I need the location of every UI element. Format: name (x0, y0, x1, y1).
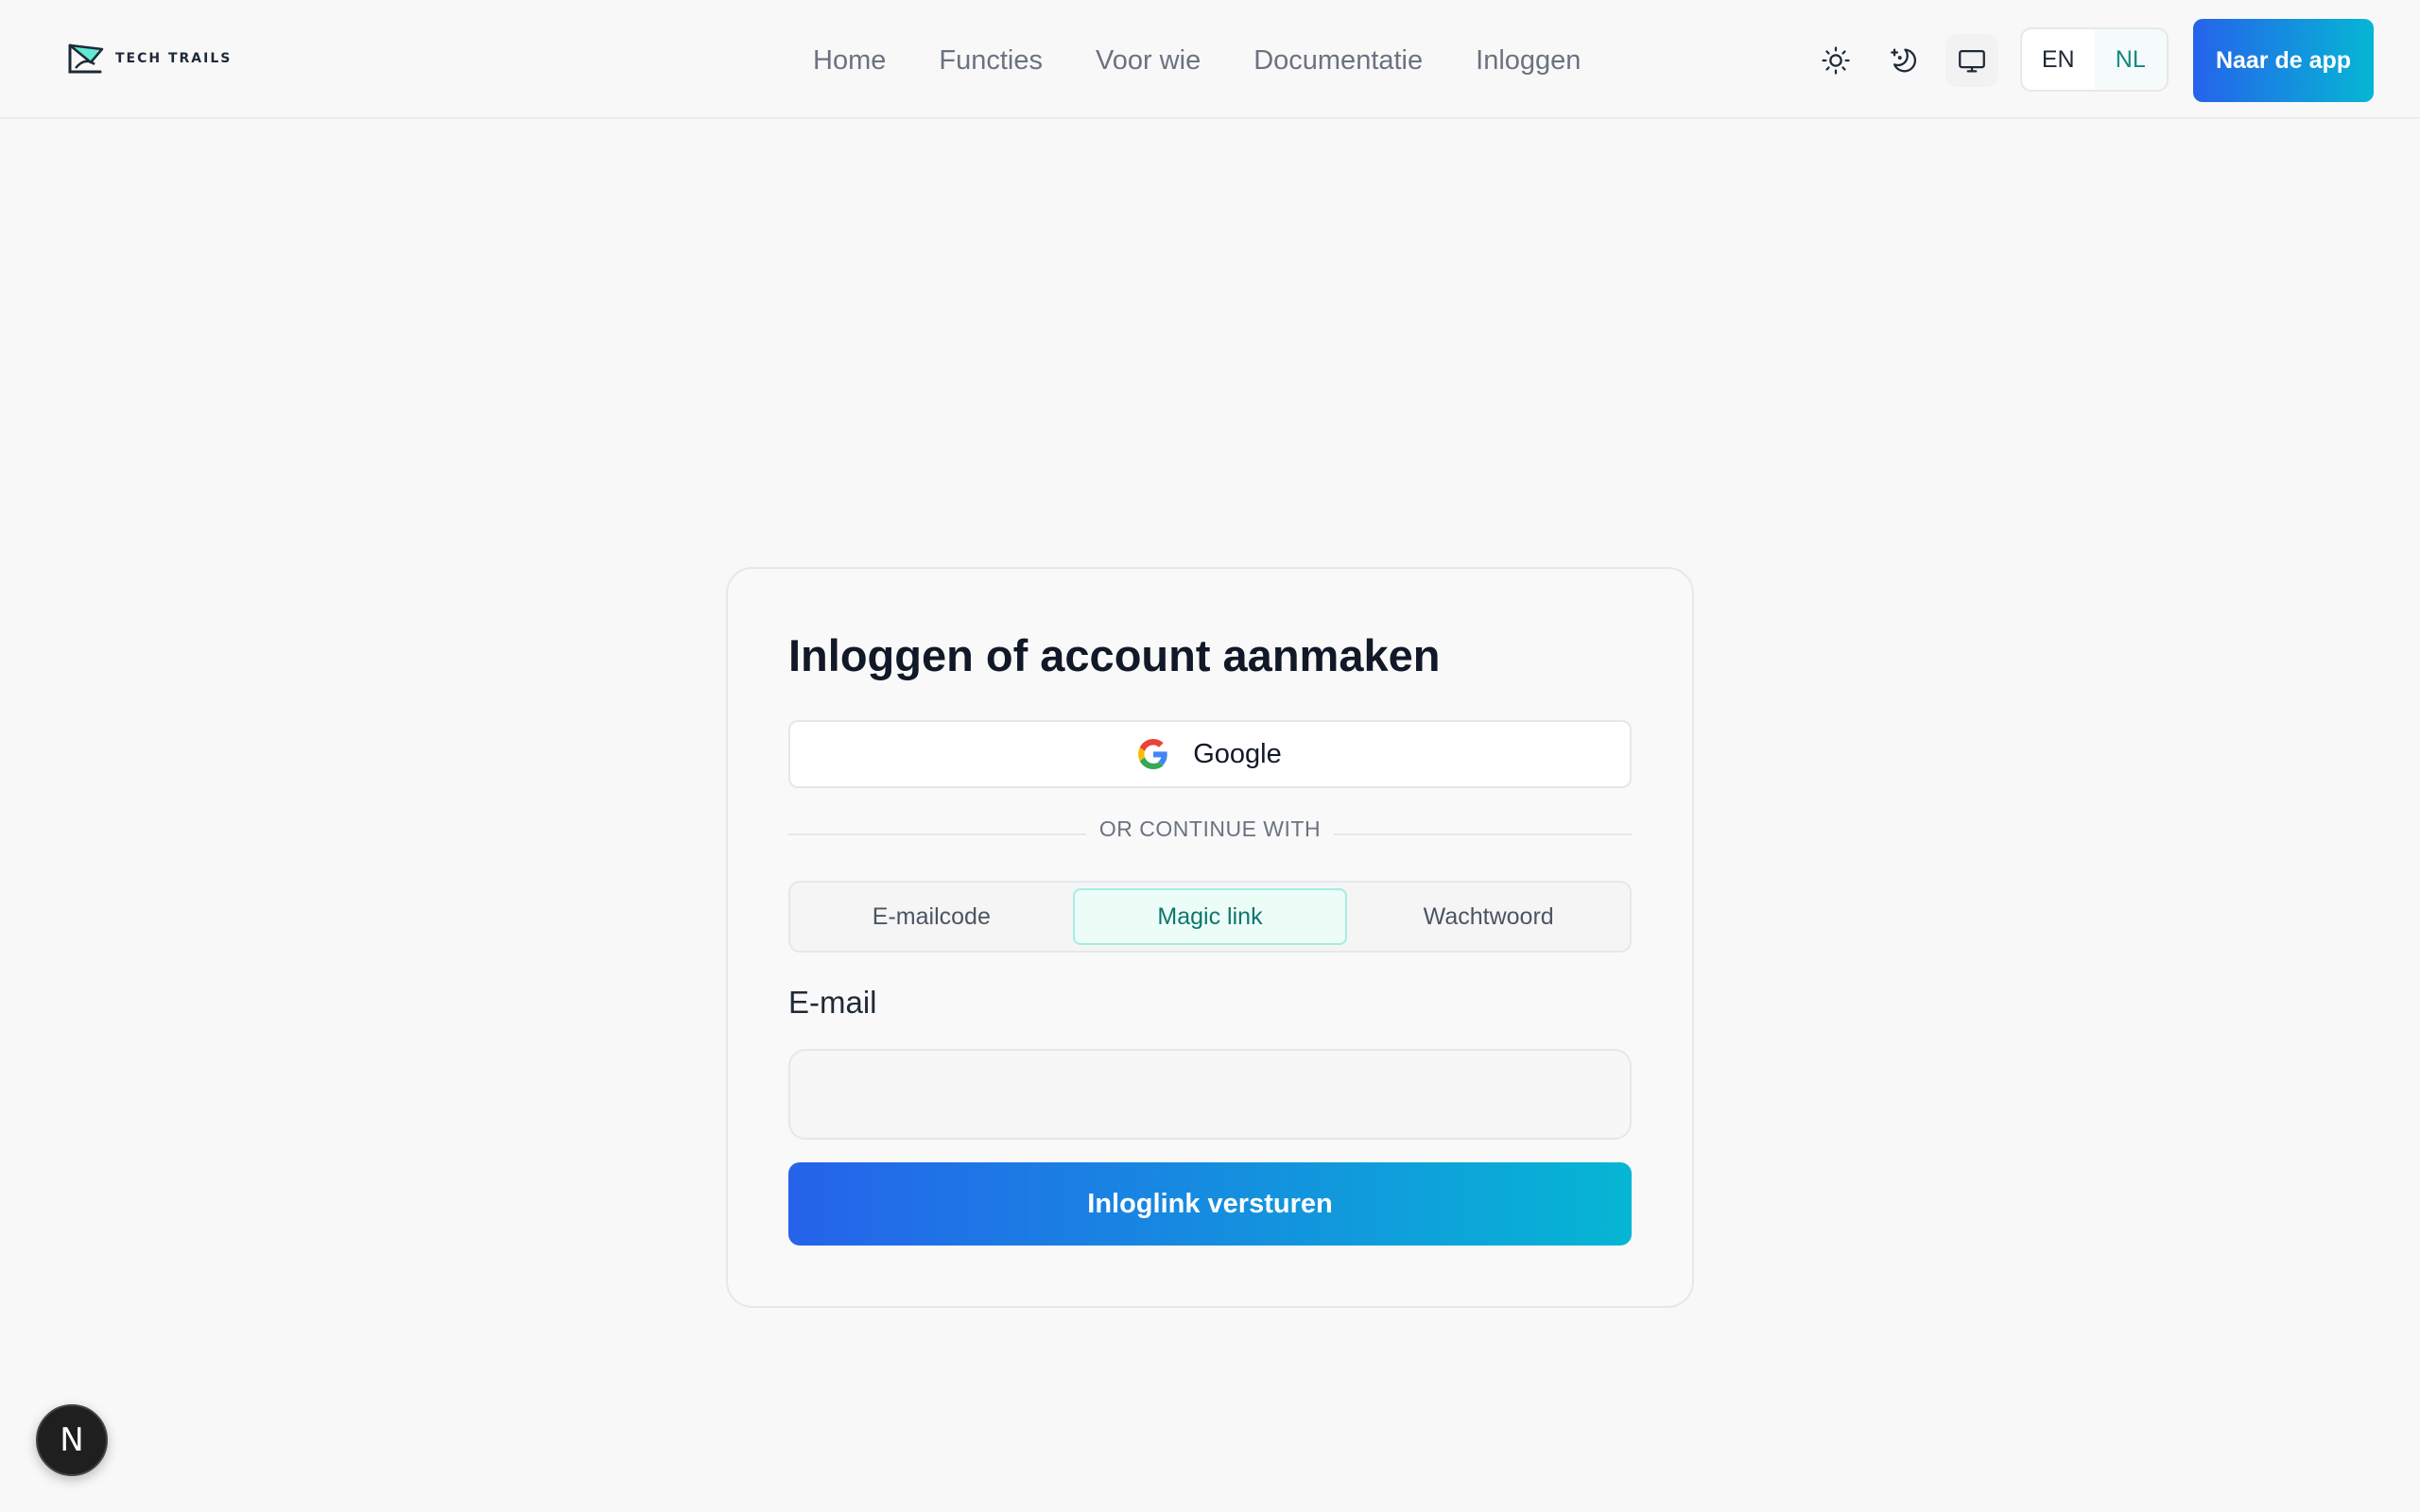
brand-name: TECH TRAILS (115, 51, 233, 66)
nextjs-dev-badge[interactable]: N (36, 1404, 108, 1476)
login-method-tabs: E-mailcode Magic link Wachtwoord (788, 881, 1632, 953)
monitor-icon (1959, 49, 1985, 73)
nextjs-logo-icon: N (60, 1421, 84, 1459)
nav-link-functies[interactable]: Functies (939, 42, 1043, 79)
main-nav: Home Functies Voor wie Documentatie Inlo… (813, 42, 1581, 79)
email-field[interactable] (788, 1049, 1632, 1140)
divider: OR CONTINUE WITH (728, 816, 1692, 842)
moon-icon (1891, 48, 1917, 73)
theme-system-button[interactable] (1945, 34, 1998, 87)
brand-logo[interactable]: TECH TRAILS (66, 40, 232, 77)
open-app-button[interactable]: Naar de app (2193, 19, 2374, 102)
google-button-label: Google (1193, 738, 1282, 769)
google-icon (1138, 739, 1167, 769)
nav-link-home[interactable]: Home (813, 42, 886, 79)
tab-wachtwoord[interactable]: Wachtwoord (1353, 888, 1624, 945)
tab-e-mailcode[interactable]: E-mailcode (796, 888, 1067, 945)
login-card: Inloggen of account aanmaken Google OR C… (726, 567, 1694, 1308)
nav-link-inloggen[interactable]: Inloggen (1476, 42, 1581, 79)
site-header: TECH TRAILS Home Functies Voor wie Docum… (0, 0, 2420, 119)
nav-link-voor-wie[interactable]: Voor wie (1096, 42, 1201, 79)
theme-light-button[interactable] (1809, 34, 1862, 87)
divider-text: OR CONTINUE WITH (1085, 816, 1335, 841)
theme-dark-button[interactable] (1877, 34, 1930, 87)
google-login-button[interactable]: Google (788, 720, 1632, 788)
logo-icon (68, 43, 104, 74)
lang-nl-button[interactable]: NL (2094, 29, 2167, 90)
nav-link-documentatie[interactable]: Documentatie (1253, 42, 1423, 79)
tab-magic-link[interactable]: Magic link (1072, 888, 1348, 945)
lang-en-button[interactable]: EN (2022, 29, 2095, 90)
language-switcher: EN NL (2020, 27, 2169, 92)
sun-icon (1822, 46, 1850, 75)
send-login-link-button[interactable]: Inloglink versturen (788, 1162, 1632, 1246)
email-label: E-mail (788, 985, 877, 1020)
page-title: Inloggen of account aanmaken (788, 630, 1441, 680)
